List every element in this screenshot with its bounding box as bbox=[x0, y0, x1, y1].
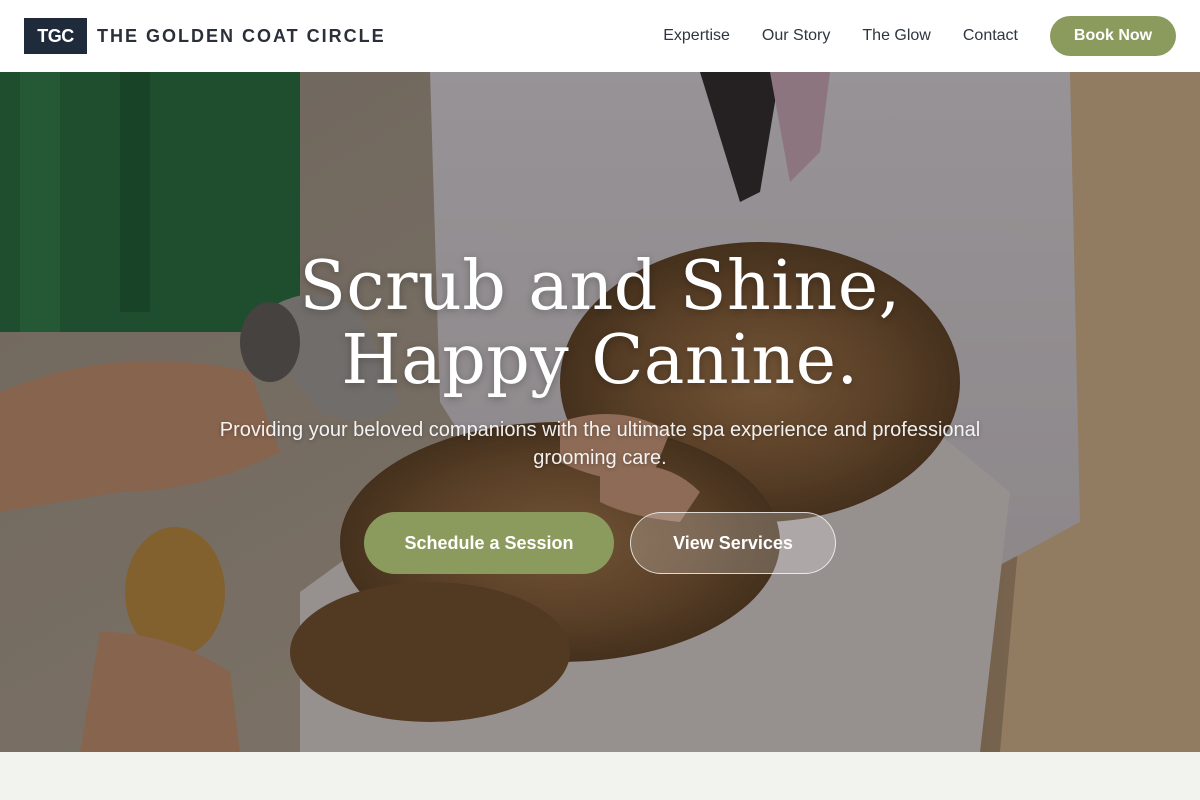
schedule-session-button[interactable]: Schedule a Session bbox=[364, 512, 614, 574]
book-now-button[interactable]: Book Now bbox=[1050, 16, 1176, 56]
site-header: TGC THE GOLDEN COAT CIRCLE Expertise Our… bbox=[0, 0, 1200, 72]
nav-link-our-story[interactable]: Our Story bbox=[762, 27, 830, 45]
view-services-button[interactable]: View Services bbox=[630, 512, 836, 574]
hero-title: Scrub and Shine, Happy Canine. bbox=[299, 247, 901, 400]
hero-section: Scrub and Shine, Happy Canine. Providing… bbox=[0, 72, 1200, 752]
hero-content: Scrub and Shine, Happy Canine. Providing… bbox=[0, 72, 1200, 752]
hero-subtitle: Providing your beloved companions with t… bbox=[219, 419, 981, 469]
main-nav: Expertise Our Story The Glow Contact Boo… bbox=[663, 16, 1176, 56]
brand-name[interactable]: THE GOLDEN COAT CIRCLE bbox=[97, 26, 386, 47]
nav-link-contact[interactable]: Contact bbox=[963, 27, 1018, 45]
nav-link-the-glow[interactable]: The Glow bbox=[862, 27, 930, 45]
logo-mark[interactable]: TGC bbox=[24, 18, 87, 54]
next-section bbox=[0, 752, 1200, 800]
brand[interactable]: TGC THE GOLDEN COAT CIRCLE bbox=[24, 18, 386, 54]
hero-actions: Schedule a Session View Services bbox=[364, 512, 836, 574]
nav-link-expertise[interactable]: Expertise bbox=[663, 27, 730, 45]
